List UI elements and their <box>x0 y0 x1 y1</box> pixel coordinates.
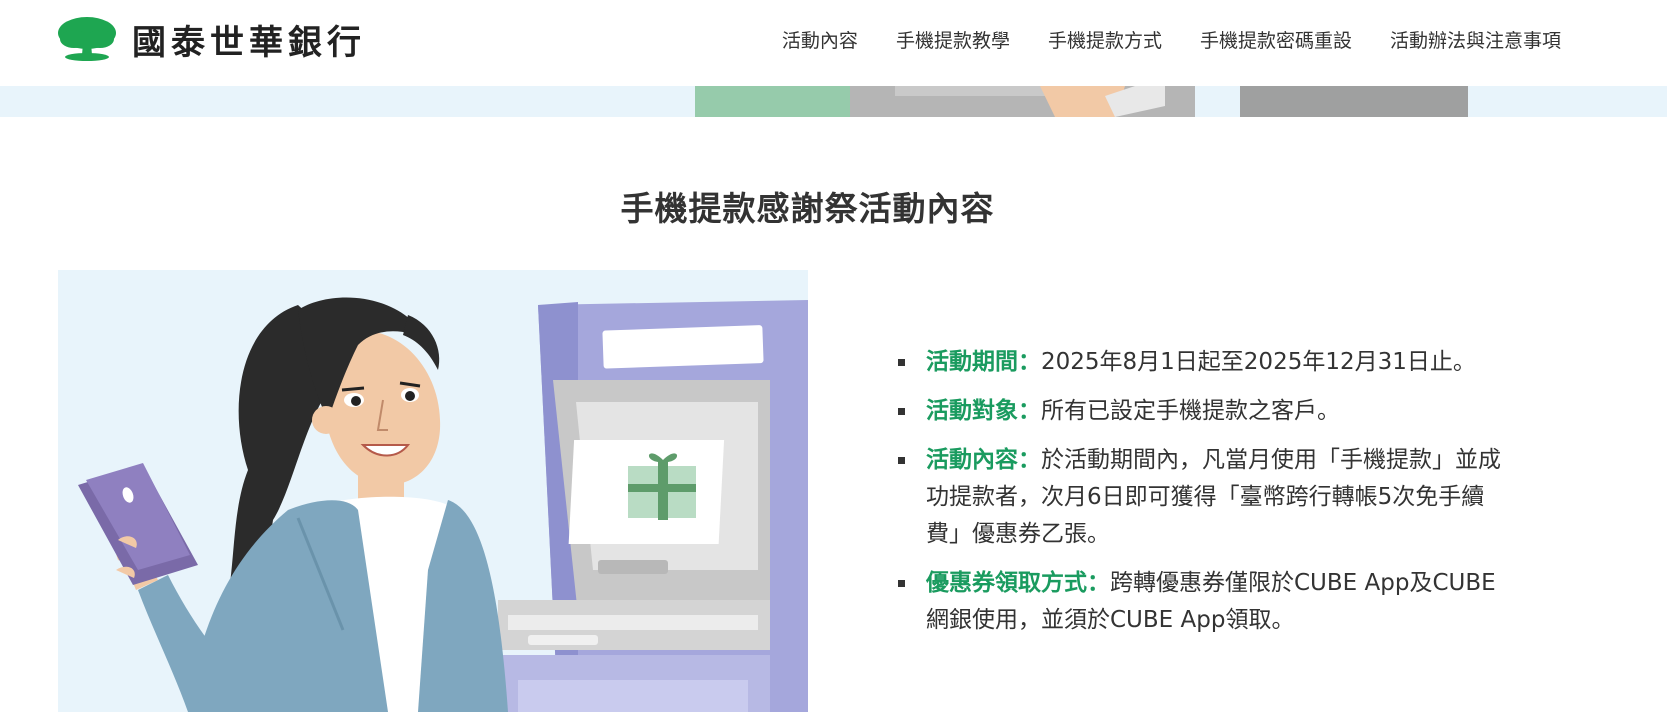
woman-atm-illustration <box>78 297 808 712</box>
bullet-icon <box>898 408 905 415</box>
section-title: 手機提款感謝祭活動內容 <box>620 189 995 228</box>
nav-item-password-reset[interactable]: 手機提款密碼重設 <box>1200 26 1352 53</box>
site-header: 國泰世華銀行 活動內容 手機提款教學 手機提款方式 手機提款密碼重設 活動辦法與… <box>0 0 1667 86</box>
bullet-icon <box>898 457 905 464</box>
campaign-illustration <box>58 270 808 712</box>
hero-banner-strip <box>0 86 1667 117</box>
hero-banner-art <box>695 86 1468 117</box>
list-item-period: 活動期間：2025年8月1日起至2025年12月31日止。 <box>898 344 1518 381</box>
main-nav: 活動內容 手機提款教學 手機提款方式 手機提款密碼重設 活動辦法與注意事項 <box>782 26 1561 53</box>
info-text: 所有已設定手機提款之客戶。 <box>1041 398 1340 424</box>
list-item-audience: 活動對象：所有已設定手機提款之客戶。 <box>898 393 1518 430</box>
bullet-icon <box>898 359 905 366</box>
tree-logo-icon <box>58 17 116 61</box>
info-label: 活動對象： <box>926 398 1041 424</box>
info-text: 2025年8月1日起至2025年12月31日止。 <box>1041 349 1476 375</box>
nav-item-activity-content[interactable]: 活動內容 <box>782 26 858 53</box>
nav-item-tutorial[interactable]: 手機提款教學 <box>896 26 1010 53</box>
info-label: 活動期間： <box>926 349 1041 375</box>
campaign-info-list: 活動期間：2025年8月1日起至2025年12月31日止。 活動對象：所有已設定… <box>898 344 1518 651</box>
list-item-content: 活動內容：於活動期間內，凡當月使用「手機提款」並成功提款者，次月6日即可獲得「臺… <box>898 442 1518 553</box>
info-label: 優惠券領取方式： <box>926 570 1110 596</box>
list-item-coupon-claim: 優惠券領取方式：跨轉優惠券僅限於CUBE App及CUBE網銀使用，並須於CUB… <box>898 565 1518 639</box>
brand-name: 國泰世華銀行 <box>132 22 366 63</box>
info-label: 活動內容： <box>926 447 1041 473</box>
nav-item-rules-notes[interactable]: 活動辦法與注意事項 <box>1390 26 1561 53</box>
bullet-icon <box>898 580 905 587</box>
nav-item-withdrawal-method[interactable]: 手機提款方式 <box>1048 26 1162 53</box>
brand-logo[interactable]: 國泰世華銀行 <box>56 14 366 64</box>
phone-icon <box>78 463 198 585</box>
